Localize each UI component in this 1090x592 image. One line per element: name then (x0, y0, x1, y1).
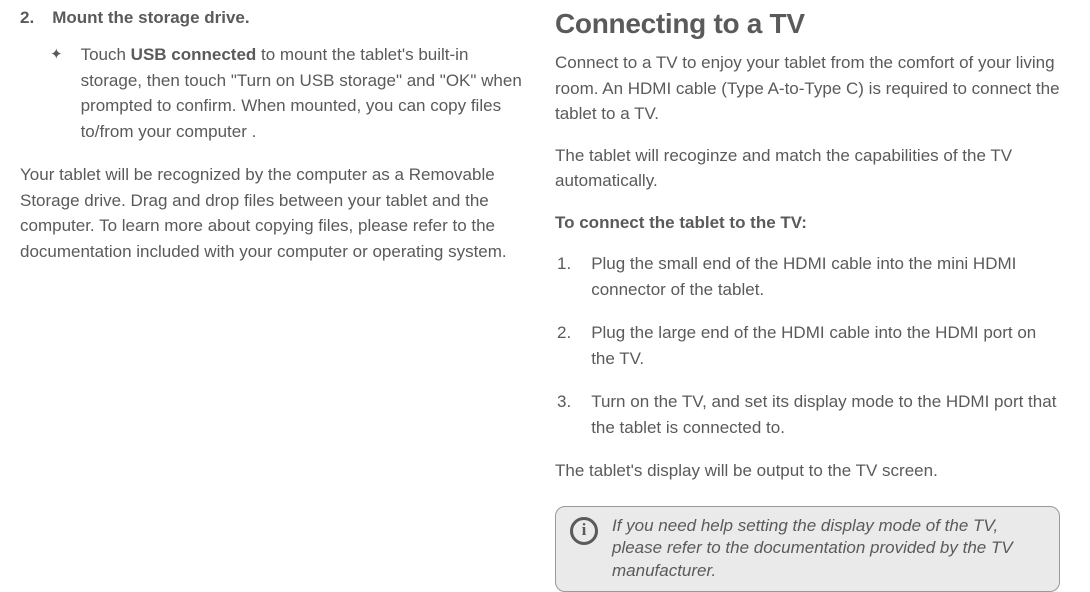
step-number: 2. (20, 8, 34, 28)
bullet-item: ✦ Touch USB connected to mount the table… (50, 42, 525, 144)
connect-heading: To connect the tablet to the TV: (555, 210, 1060, 236)
list-item: 3. Turn on the TV, and set its display m… (557, 389, 1060, 440)
bullet-text: Touch USB connected to mount the tablet'… (81, 42, 525, 144)
auto-paragraph: The tablet will recoginze and match the … (555, 143, 1060, 194)
step-num-3: 3. (557, 389, 571, 440)
intro-paragraph: Connect to a TV to enjoy your tablet fro… (555, 50, 1060, 127)
step-text-1: Plug the small end of the HDMI cable int… (591, 251, 1060, 302)
list-item: 1. Plug the small end of the HDMI cable … (557, 251, 1060, 302)
step-num-1: 1. (557, 251, 571, 302)
step-text-2: Plug the large end of the HDMI cable int… (591, 320, 1060, 371)
section-heading: Connecting to a TV (555, 8, 1060, 40)
info-text: If you need help setting the display mod… (612, 515, 1045, 584)
step-heading: 2. Mount the storage drive. (20, 8, 525, 28)
left-column: 2. Mount the storage drive. ✦ Touch USB … (20, 8, 525, 569)
step-title: Mount the storage drive. (52, 8, 249, 28)
list-item: 2. Plug the large end of the HDMI cable … (557, 320, 1060, 371)
step-text-3: Turn on the TV, and set its display mode… (591, 389, 1060, 440)
step-num-2: 2. (557, 320, 571, 371)
bullet-bold: USB connected (131, 45, 257, 64)
output-paragraph: The tablet's display will be output to t… (555, 458, 1060, 484)
info-box: i If you need help setting the display m… (555, 506, 1060, 592)
right-column: Connecting to a TV Connect to a TV to en… (555, 8, 1060, 569)
left-paragraph: Your tablet will be recognized by the co… (20, 162, 525, 264)
info-icon: i (570, 517, 598, 545)
bullet-prefix: Touch (81, 45, 131, 64)
bullet-marker-icon: ✦ (50, 42, 63, 144)
